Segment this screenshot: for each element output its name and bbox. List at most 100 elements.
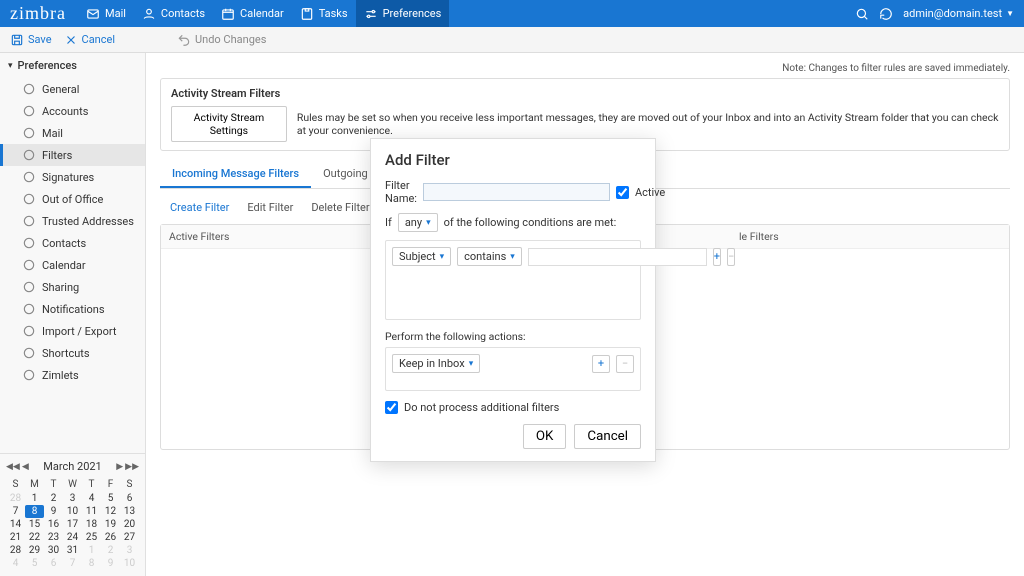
match-select[interactable]: any▾ <box>398 213 438 232</box>
prefs-header[interactable]: ▾Preferences <box>0 53 145 78</box>
chevron-down-icon: ▾ <box>440 252 445 262</box>
cal-day[interactable]: 4 <box>82 492 101 505</box>
cal-day[interactable]: 10 <box>63 505 82 518</box>
condition-value-input[interactable] <box>528 248 707 266</box>
sidebar-item-filters[interactable]: Filters <box>0 144 145 166</box>
save-button[interactable]: Save <box>10 33 52 47</box>
condition-field-select[interactable]: Subject▾ <box>392 247 451 266</box>
sidebar-item-shortcuts[interactable]: Shortcuts <box>0 342 145 364</box>
sidebar-item-sharing[interactable]: Sharing <box>0 276 145 298</box>
share-icon <box>22 280 36 294</box>
cal-day[interactable]: 30 <box>44 544 63 557</box>
cal-day[interactable]: 3 <box>63 492 82 505</box>
add-action-button[interactable]: + <box>592 355 610 373</box>
cal-day[interactable]: 5 <box>101 492 120 505</box>
cal-dow: T <box>82 477 101 492</box>
cancel-button[interactable]: Cancel <box>64 33 115 47</box>
sidebar-item-out-of-office[interactable]: Out of Office <box>0 188 145 210</box>
add-condition-button[interactable]: + <box>713 248 721 266</box>
cal-day[interactable]: 18 <box>82 518 101 531</box>
remove-condition-button[interactable]: − <box>727 248 735 266</box>
cal-day[interactable]: 15 <box>25 518 44 531</box>
cal-next-year[interactable]: ▶▶ <box>125 462 139 472</box>
cal-day[interactable]: 6 <box>120 492 139 505</box>
cal-title: March 2021 <box>43 460 102 473</box>
user-icon <box>22 104 36 118</box>
cal-day[interactable]: 6 <box>44 557 63 570</box>
cal-day[interactable]: 2 <box>101 544 120 557</box>
chevron-down-icon: ▾ <box>426 218 431 228</box>
condition-op-select[interactable]: contains▾ <box>457 247 522 266</box>
delete-filter-button[interactable]: Delete Filter <box>311 201 369 214</box>
search-icon[interactable] <box>855 7 869 21</box>
sidebar-item-notifications[interactable]: Notifications <box>0 298 145 320</box>
sidebar-item-import-export[interactable]: Import / Export <box>0 320 145 342</box>
chevron-down-icon: ▾ <box>469 359 474 369</box>
undo-button[interactable]: Undo Changes <box>177 33 266 47</box>
filter-name-input[interactable] <box>423 183 610 201</box>
sidebar-item-contacts[interactable]: Contacts <box>0 232 145 254</box>
nav-contacts[interactable]: Contacts <box>134 0 213 27</box>
cal-day[interactable]: 12 <box>101 505 120 518</box>
contacts-icon <box>22 236 36 250</box>
refresh-icon[interactable] <box>879 7 893 21</box>
sidebar-item-calendar[interactable]: Calendar <box>0 254 145 276</box>
nav-preferences[interactable]: Preferences <box>356 0 450 27</box>
cal-day[interactable]: 5 <box>25 557 44 570</box>
cal-day[interactable]: 28 <box>6 492 25 505</box>
cal-day[interactable]: 7 <box>6 505 25 518</box>
cal-day[interactable]: 21 <box>6 531 25 544</box>
create-filter-button[interactable]: Create Filter <box>170 201 229 214</box>
sidebar-item-general[interactable]: General <box>0 78 145 100</box>
cal-day[interactable]: 17 <box>63 518 82 531</box>
cal-day[interactable]: 19 <box>101 518 120 531</box>
sidebar-item-zimlets[interactable]: Zimlets <box>0 364 145 386</box>
cal-day[interactable]: 14 <box>6 518 25 531</box>
cal-day[interactable]: 2 <box>44 492 63 505</box>
action-select[interactable]: Keep in Inbox▾ <box>392 354 480 373</box>
user-menu[interactable]: admin@domain.test▼ <box>903 7 1014 20</box>
activity-stream-settings-button[interactable]: Activity Stream Settings <box>171 106 287 142</box>
cal-day[interactable]: 27 <box>120 531 139 544</box>
cal-day[interactable]: 24 <box>63 531 82 544</box>
cal-day[interactable]: 8 <box>82 557 101 570</box>
sidebar-item-signatures[interactable]: Signatures <box>0 166 145 188</box>
cal-day[interactable]: 4 <box>6 557 25 570</box>
cal-day[interactable]: 8 <box>25 505 44 518</box>
cal-next-month[interactable]: ▶ <box>116 462 123 472</box>
cal-day[interactable]: 1 <box>82 544 101 557</box>
cal-day[interactable]: 20 <box>120 518 139 531</box>
cal-day[interactable]: 11 <box>82 505 101 518</box>
cal-day[interactable]: 10 <box>120 557 139 570</box>
active-checkbox[interactable]: Active <box>616 186 665 199</box>
cal-day[interactable]: 25 <box>82 531 101 544</box>
cal-day[interactable]: 7 <box>63 557 82 570</box>
remove-action-button[interactable]: − <box>616 355 634 373</box>
cal-prev-month[interactable]: ◀ <box>22 462 29 472</box>
cal-day[interactable]: 23 <box>44 531 63 544</box>
cal-day[interactable]: 3 <box>120 544 139 557</box>
cal-day[interactable]: 22 <box>25 531 44 544</box>
nav-mail[interactable]: Mail <box>78 0 134 27</box>
nav-calendar[interactable]: Calendar <box>213 0 292 27</box>
cal-day[interactable]: 26 <box>101 531 120 544</box>
sidebar-item-trusted-addresses[interactable]: Trusted Addresses <box>0 210 145 232</box>
cal-day[interactable]: 9 <box>101 557 120 570</box>
dialog-cancel-button[interactable]: Cancel <box>574 424 641 449</box>
cal-day[interactable]: 9 <box>44 505 63 518</box>
noprocess-checkbox[interactable]: Do not process additional filters <box>385 401 641 414</box>
tab-incoming[interactable]: Incoming Message Filters <box>160 161 311 188</box>
cal-day[interactable]: 31 <box>63 544 82 557</box>
cal-day[interactable]: 28 <box>6 544 25 557</box>
cal-prev-year[interactable]: ◀◀ <box>6 462 20 472</box>
cal-day[interactable]: 1 <box>25 492 44 505</box>
cal-day[interactable]: 13 <box>120 505 139 518</box>
sidebar-item-accounts[interactable]: Accounts <box>0 100 145 122</box>
nav-tasks[interactable]: Tasks <box>292 0 356 27</box>
edit-filter-button[interactable]: Edit Filter <box>247 201 293 214</box>
cal-day[interactable]: 16 <box>44 518 63 531</box>
sidebar-item-mail[interactable]: Mail <box>0 122 145 144</box>
cal-day[interactable]: 29 <box>25 544 44 557</box>
filter-name-label: Filter Name: <box>385 179 417 205</box>
ok-button[interactable]: OK <box>523 424 567 449</box>
